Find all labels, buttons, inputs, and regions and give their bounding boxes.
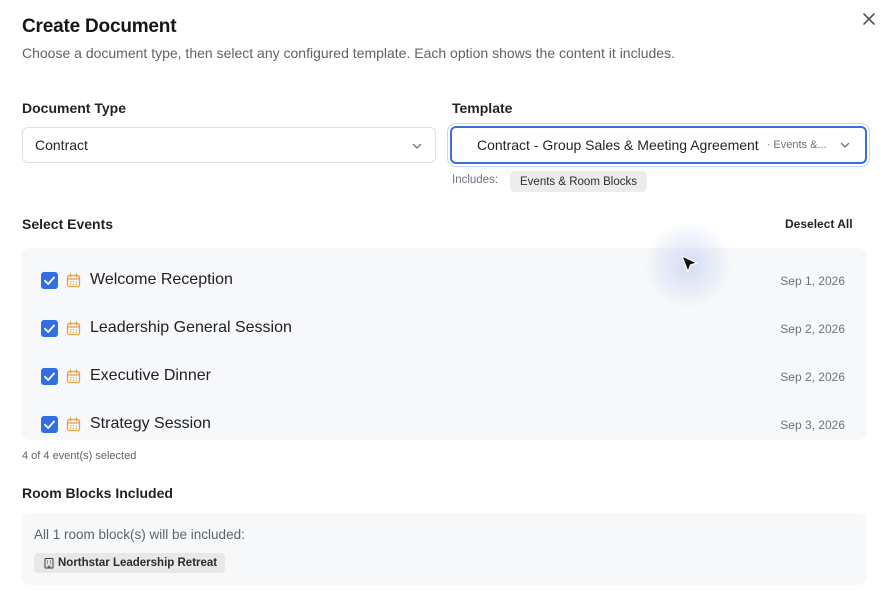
room-blocks-panel: All 1 room block(s) will be included: No… bbox=[22, 513, 866, 585]
event-checkbox[interactable] bbox=[41, 368, 58, 385]
event-date: Sep 2, 2026 bbox=[780, 322, 845, 336]
template-value-suffix: · Events &... bbox=[766, 139, 827, 151]
includes-label: Includes: bbox=[452, 174, 499, 186]
event-date: Sep 1, 2026 bbox=[780, 274, 845, 288]
room-block-badge: Northstar Leadership Retreat bbox=[34, 553, 226, 573]
calendar-icon bbox=[66, 369, 81, 384]
events-list: Welcome Reception Sep 1, 2026 Leadership… bbox=[22, 248, 866, 440]
calendar-icon bbox=[66, 273, 81, 288]
event-date: Sep 3, 2026 bbox=[780, 418, 845, 432]
event-row[interactable]: Leadership General Session Sep 2, 2026 bbox=[22, 304, 866, 352]
event-checkbox[interactable] bbox=[41, 272, 58, 289]
dialog-title: Create Document bbox=[22, 16, 177, 37]
event-name: Welcome Reception bbox=[90, 271, 233, 288]
chevron-down-icon bbox=[840, 142, 850, 148]
select-events-label: Select Events bbox=[22, 216, 114, 232]
close-icon bbox=[863, 13, 875, 25]
template-label: Template bbox=[452, 100, 513, 116]
room-blocks-summary: All 1 room block(s) will be included: bbox=[34, 527, 245, 542]
deselect-all-button[interactable]: Deselect All bbox=[785, 217, 853, 231]
template-value: Contract - Group Sales & Meeting Agreeme… bbox=[477, 137, 759, 153]
event-name: Strategy Session bbox=[90, 415, 211, 432]
event-row[interactable]: Executive Dinner Sep 2, 2026 bbox=[22, 352, 866, 400]
events-selected-count: 4 of 4 event(s) selected bbox=[22, 450, 137, 462]
event-name: Executive Dinner bbox=[90, 367, 211, 384]
building-icon bbox=[44, 558, 54, 569]
event-row[interactable]: Strategy Session Sep 3, 2026 bbox=[22, 400, 866, 440]
checkmark-icon bbox=[44, 324, 55, 333]
event-checkbox[interactable] bbox=[41, 320, 58, 337]
chevron-down-icon bbox=[412, 143, 422, 149]
event-name: Leadership General Session bbox=[90, 319, 292, 336]
calendar-icon bbox=[66, 321, 81, 336]
event-row[interactable]: Welcome Reception Sep 1, 2026 bbox=[22, 256, 866, 304]
mouse-cursor-icon bbox=[681, 255, 698, 273]
document-type-select[interactable]: Contract bbox=[22, 127, 436, 163]
close-button[interactable] bbox=[859, 9, 879, 29]
calendar-icon bbox=[66, 417, 81, 432]
event-checkbox[interactable] bbox=[41, 416, 58, 433]
checkmark-icon bbox=[44, 276, 55, 285]
checkmark-icon bbox=[44, 372, 55, 381]
room-blocks-label: Room Blocks Included bbox=[22, 485, 173, 501]
includes-badge: Events & Room Blocks bbox=[510, 171, 647, 192]
checkmark-icon bbox=[44, 420, 55, 429]
document-type-value: Contract bbox=[35, 137, 88, 153]
create-document-dialog: Create Document Choose a document type, … bbox=[0, 0, 892, 594]
event-date: Sep 2, 2026 bbox=[780, 370, 845, 384]
room-block-name: Northstar Leadership Retreat bbox=[58, 557, 218, 569]
document-type-label: Document Type bbox=[22, 100, 126, 116]
template-select[interactable]: Contract - Group Sales & Meeting Agreeme… bbox=[450, 126, 867, 164]
dialog-subtitle: Choose a document type, then select any … bbox=[22, 45, 675, 61]
